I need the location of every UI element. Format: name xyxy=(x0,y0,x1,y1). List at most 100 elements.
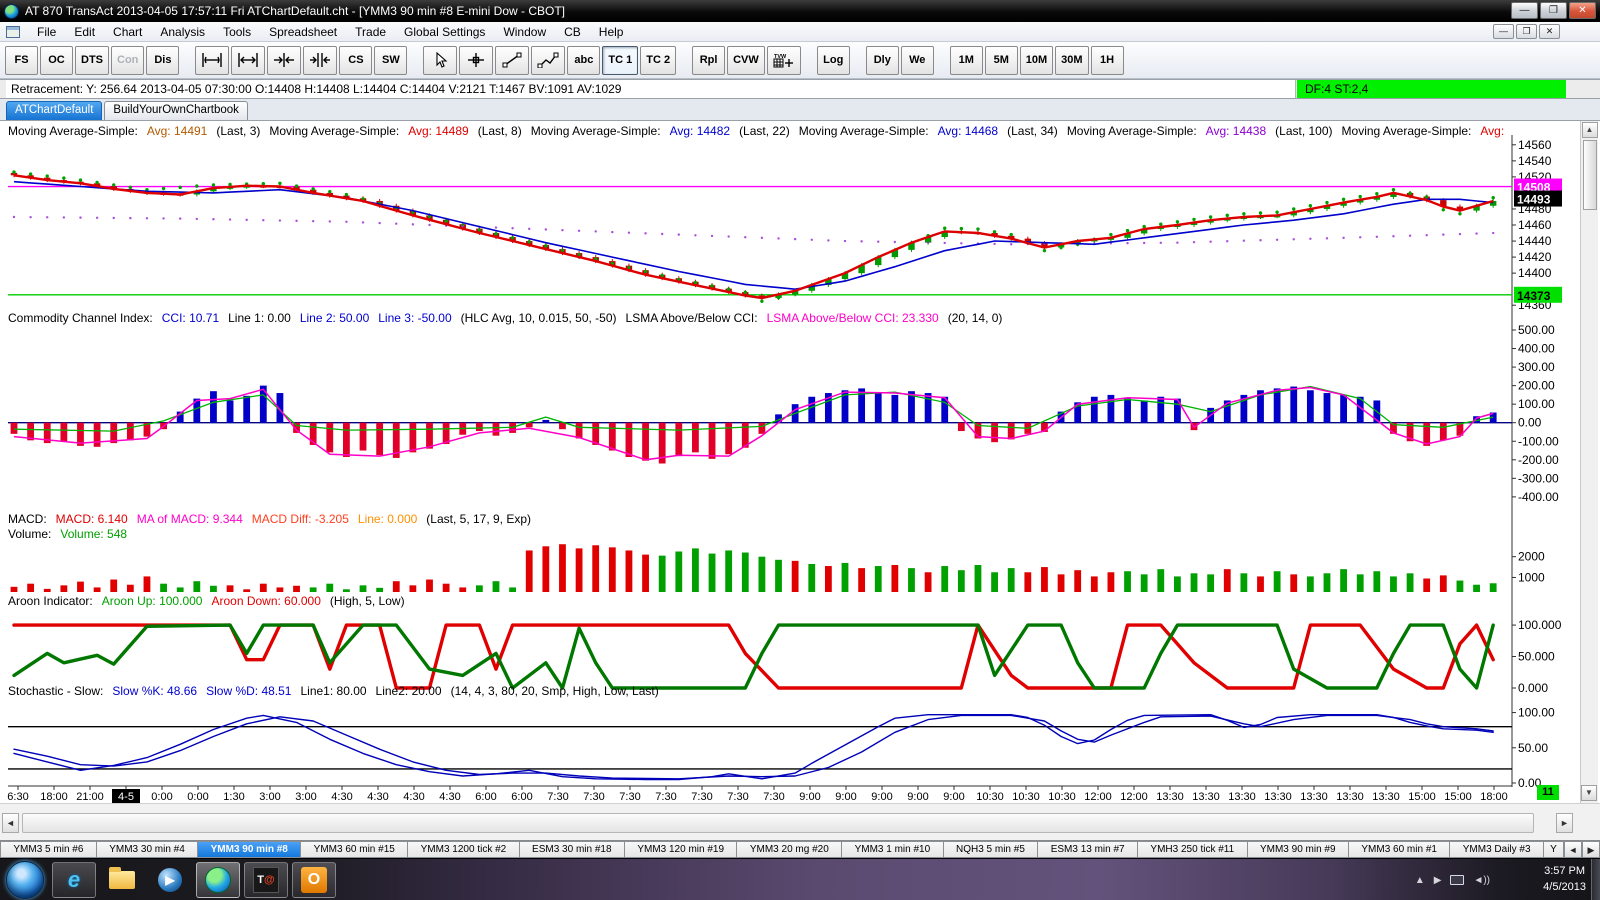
toolbar-expand-bars-double-icon[interactable] xyxy=(231,45,266,75)
tray-expand-icon[interactable]: ▲ xyxy=(1415,875,1425,886)
taskbar-item-explorer[interactable] xyxy=(100,862,144,898)
menu-item-chart[interactable]: Chart xyxy=(104,23,151,41)
chartbook-tab-atchartdefault[interactable]: ATChartDefault xyxy=(6,101,103,120)
chart-tab-10[interactable]: NQH3 5 min #5 xyxy=(943,841,1039,858)
mdi-minimize-button[interactable]: — xyxy=(1493,24,1514,39)
chart-tab-11[interactable]: ESM3 13 min #7 xyxy=(1038,841,1139,858)
chart-tab-7[interactable]: YMM3 120 min #19 xyxy=(624,841,738,858)
time-axis-label: 7:30 xyxy=(619,791,640,803)
toolbar-button-dis[interactable]: Dis xyxy=(146,45,180,75)
chart-tabs-scroll-left[interactable]: ◄ xyxy=(1563,841,1582,858)
tray-volume-icon[interactable]: ◄)) xyxy=(1473,875,1490,886)
toolbar-button-1h[interactable]: 1H xyxy=(1090,45,1124,75)
menu-item-spreadsheet[interactable]: Spreadsheet xyxy=(260,23,346,41)
scroll-left-icon[interactable]: ◄ xyxy=(2,813,19,833)
horizontal-scrollbar[interactable]: ◄ ► xyxy=(0,803,1600,840)
chart-tab-6[interactable]: ESM3 30 min #18 xyxy=(519,841,625,858)
close-button[interactable]: ✕ xyxy=(1569,2,1596,19)
maximize-button[interactable]: ❐ xyxy=(1540,2,1567,19)
chart-tab-3[interactable]: YMM3 90 min #8 xyxy=(198,841,302,858)
vertical-scrollbar[interactable]: ▲ ▼ xyxy=(1580,121,1598,803)
menu-item-tools[interactable]: Tools xyxy=(214,23,260,41)
menu-item-help[interactable]: Help xyxy=(590,23,633,41)
scroll-up-icon[interactable]: ▲ xyxy=(1581,122,1598,138)
chart-canvas[interactable]: 1456014540145201448014460144401442014400… xyxy=(0,121,1580,803)
taskbar-item-transact-chart[interactable] xyxy=(196,861,240,898)
toolbar-button-30m[interactable]: 30M xyxy=(1055,45,1089,75)
indicator-segment: Stochastic - Slow: xyxy=(8,684,104,698)
chart-tab-13[interactable]: YMM3 90 min #9 xyxy=(1247,841,1349,858)
retracement-status: Retracement: Y: 256.64 2013-04-05 07:30:… xyxy=(6,80,1296,98)
toolbar-button-tc-2[interactable]: TC 2 xyxy=(640,45,677,75)
show-desktop-button[interactable] xyxy=(1591,859,1600,900)
minimize-button[interactable]: — xyxy=(1511,2,1538,19)
chart-tab-16[interactable]: Y xyxy=(1543,841,1564,858)
menu-item-analysis[interactable]: Analysis xyxy=(151,23,214,41)
toolbar-button-log[interactable]: Log xyxy=(816,45,850,75)
toolbar-button-dts[interactable]: DTS xyxy=(75,45,109,75)
toolbar-button-oc[interactable]: OC xyxy=(40,45,73,75)
chart-tab-1[interactable]: YMM3 5 min #6 xyxy=(0,841,97,858)
vertical-scrollbar-thumb[interactable] xyxy=(1582,140,1597,210)
indicator-segment: LSMA Above/Below CCI: xyxy=(625,311,758,325)
taskbar-item-outlook[interactable]: O xyxy=(292,861,336,898)
chart-tab-5[interactable]: YMM3 1200 tick #2 xyxy=(408,841,520,858)
toolbar-polyline-icon[interactable] xyxy=(531,45,566,75)
toolbar-button-sw[interactable]: SW xyxy=(374,45,408,75)
taskbar-clock[interactable]: 3:57 PM 4/5/2013 xyxy=(1543,863,1586,895)
menu-item-trade[interactable]: Trade xyxy=(346,23,395,41)
menu-item-global-settings[interactable]: Global Settings xyxy=(395,23,494,41)
toolbar-button-tc-1[interactable]: TC 1 xyxy=(602,45,639,75)
toolbar-button-cs[interactable]: CS xyxy=(339,45,373,75)
chart-region[interactable]: 14560 14540 14520 14480 14460 14440 14420 14400… xyxy=(0,121,1600,803)
taskbar-item-media-player[interactable]: ▶ xyxy=(148,862,192,898)
menu-item-edit[interactable]: Edit xyxy=(65,23,104,41)
chart-tab-14[interactable]: YMM3 60 min #1 xyxy=(1348,841,1451,858)
menu-item-window[interactable]: Window xyxy=(494,23,555,41)
chart-tab-15[interactable]: YMM3 Daily #3 xyxy=(1450,841,1544,858)
toolbar-button-dly[interactable]: Dly xyxy=(865,45,899,75)
toolbar-pointer-icon[interactable] xyxy=(423,45,458,75)
toolbar-trendline-icon[interactable] xyxy=(495,45,530,75)
toolbar-tvw-grid-icon[interactable]: TVW xyxy=(766,45,801,75)
chartbook-tab-buildyourownchartbook[interactable]: BuildYourOwnChartbook xyxy=(104,101,248,120)
tray-monitor-icon[interactable] xyxy=(1450,875,1465,885)
indicator-segment: (High, 5, Low) xyxy=(329,594,405,608)
mdi-close-button[interactable]: ✕ xyxy=(1539,24,1560,39)
taskbar-item-transact[interactable]: T @ xyxy=(244,861,288,898)
toolbar-button-5m[interactable]: 5M xyxy=(984,45,1018,75)
tray-play-icon[interactable]: ▶ xyxy=(1434,875,1442,886)
scroll-down-icon[interactable]: ▼ xyxy=(1581,785,1597,801)
toolbar-expand-bars-icon[interactable] xyxy=(195,45,230,75)
chart-tab-2[interactable]: YMM3 30 min #4 xyxy=(96,841,199,858)
toolbar-button-con[interactable]: Con xyxy=(111,45,145,75)
horizontal-scrollbar-thumb[interactable] xyxy=(22,813,1534,833)
title-bar[interactable]: AT 870 TransAct 2013-04-05 17:57:11 Fri … xyxy=(0,0,1600,22)
mdi-restore-button[interactable]: ❐ xyxy=(1516,24,1537,39)
toolbar-button-we[interactable]: We xyxy=(900,45,934,75)
menu-item-cb[interactable]: CB xyxy=(555,23,590,41)
toolbar-compress-bars-double-icon[interactable] xyxy=(303,45,338,75)
toolbar-button-1m[interactable]: 1M xyxy=(949,45,983,75)
chart-tab-4[interactable]: YMM3 60 min #15 xyxy=(301,841,409,858)
chart-tab-9[interactable]: YMM3 1 min #10 xyxy=(842,841,944,858)
indicator-segment: Avg: 14489 xyxy=(408,124,469,138)
scroll-right-icon[interactable]: ► xyxy=(1556,813,1573,833)
toolbar-crosshair-icon[interactable] xyxy=(459,45,494,75)
start-button[interactable] xyxy=(6,860,44,899)
time-axis-label: 10:30 xyxy=(1012,791,1040,803)
chart-tabs-scroll-right[interactable]: ▶ xyxy=(1581,841,1600,858)
toolbar-button-abc[interactable]: abc xyxy=(567,45,601,75)
chart-tab-12[interactable]: YMH3 250 tick #11 xyxy=(1138,841,1248,858)
toolbar-button-10m[interactable]: 10M xyxy=(1019,45,1054,75)
toolbar-button-rpl[interactable]: Rpl xyxy=(692,45,726,75)
toolbar-group-6: Dly We xyxy=(865,45,936,75)
taskbar-item-internet-explorer[interactable]: e xyxy=(52,861,96,898)
toolbar-button-fs[interactable]: FS xyxy=(5,45,38,75)
menu-item-file[interactable]: File xyxy=(28,23,65,41)
mdi-child-icon[interactable] xyxy=(6,25,20,38)
svg-text:14540: 14540 xyxy=(1518,154,1552,168)
chart-tab-8[interactable]: YMM3 20 mg #20 xyxy=(737,841,843,858)
toolbar-compress-bars-icon[interactable] xyxy=(267,45,302,75)
toolbar-button-cvw[interactable]: CVW xyxy=(727,45,765,75)
